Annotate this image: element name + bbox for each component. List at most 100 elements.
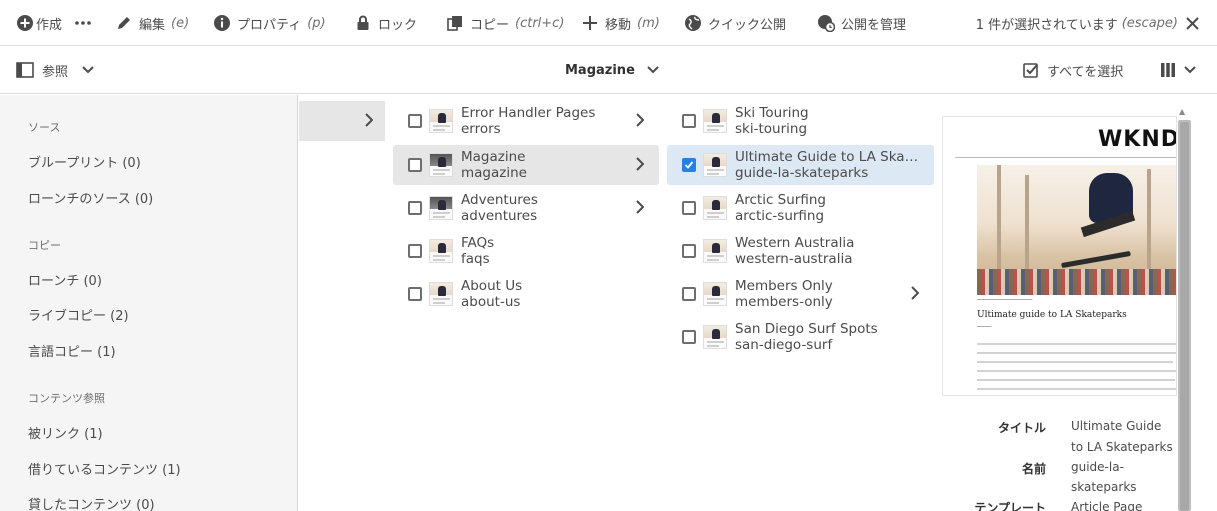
rail-toggle-button[interactable]: 参照 — [16, 46, 94, 94]
scrollbar-thumb[interactable] — [1180, 122, 1189, 511]
create-button[interactable]: 作成 — [16, 0, 62, 46]
meta-name-value-2: skateparks — [1071, 480, 1137, 494]
manage-publication-button[interactable]: 公開を管理 — [817, 0, 906, 46]
list-item[interactable]: About Us about-us — [393, 274, 659, 314]
close-icon[interactable] — [1186, 16, 1199, 30]
chevron-right-icon[interactable] — [636, 113, 644, 127]
rail-heading-source: ソース — [28, 121, 61, 134]
page-thumbnail — [703, 196, 727, 220]
list-item[interactable]: Arctic Surfing arctic-surfing — [667, 188, 934, 228]
checkbox[interactable] — [408, 114, 422, 128]
rail-item-lent-content[interactable]: 貸したコンテンツ (0) — [28, 494, 155, 511]
rail-item-language-copies[interactable]: 言語コピー (1) — [28, 341, 116, 360]
edit-button[interactable]: 編集 (e) — [115, 0, 189, 46]
rail-item-launches[interactable]: ローンチ (0) — [28, 270, 102, 289]
checkbox[interactable] — [408, 287, 422, 301]
list-item[interactable]: Members Only members-only — [667, 274, 934, 314]
item-title: Error Handler Pages — [461, 105, 596, 121]
meta-name-label: 名前 — [1021, 462, 1046, 476]
preview-text-line — [977, 343, 1176, 345]
item-title: Ski Touring — [735, 105, 809, 121]
page-thumbnail — [703, 239, 727, 263]
page-thumbnail — [703, 325, 727, 349]
chevron-right-icon — [365, 113, 373, 127]
item-title: Members Only — [735, 278, 833, 294]
rail-item-live-copies[interactable]: ライブコピー (2) — [28, 305, 129, 324]
checkbox[interactable] — [682, 330, 696, 344]
checkbox[interactable] — [682, 114, 696, 128]
list-item-selected[interactable]: Ultimate Guide to LA Skat… guide-la-skat… — [667, 145, 934, 185]
checkbox[interactable] — [408, 201, 422, 215]
edit-label: 編集 — [139, 17, 166, 33]
action-bar: 作成 編集 (e) プロパティ (p) ロック コピー (ctrl+c) 移動 … — [0, 0, 1217, 46]
item-title: Magazine — [461, 149, 526, 165]
meta-template-value: Article Page — [1071, 500, 1143, 511]
rail-heading-content-references: コンテンツ参照 — [28, 392, 105, 405]
list-item[interactable]: Western Australia western-australia — [667, 231, 934, 271]
item-title: Ultimate Guide to LA Skat… — [735, 149, 920, 165]
properties-button[interactable]: プロパティ (p) — [213, 0, 326, 46]
item-title: Adventures — [461, 192, 538, 208]
preview-text-line — [977, 379, 1175, 381]
rail-toggle-label: 参照 — [42, 64, 69, 80]
item-name: magazine — [461, 165, 527, 181]
preview-heading: Ultimate guide to LA Skateparks — [977, 310, 1127, 320]
copy-button[interactable]: コピー (ctrl+c) — [446, 0, 564, 46]
checkbox[interactable] — [408, 158, 422, 172]
list-item[interactable]: Magazine magazine — [393, 145, 659, 185]
quick-publish-label: クイック公開 — [708, 17, 787, 33]
item-title: Western Australia — [735, 235, 855, 251]
item-title: About Us — [461, 278, 523, 294]
chevron-right-icon[interactable] — [911, 286, 919, 300]
scroll-up-arrow[interactable]: ▲ — [1179, 107, 1185, 116]
more-icon — [74, 14, 92, 32]
checkbox[interactable] — [682, 244, 696, 258]
item-title: Arctic Surfing — [735, 192, 826, 208]
rail-item-borrowed-content[interactable]: 借りているコンテンツ (1) — [28, 459, 181, 478]
list-item[interactable]: Adventures adventures — [393, 188, 659, 228]
move-button[interactable]: 移動 (m) — [581, 0, 660, 46]
select-all-icon — [1023, 62, 1039, 78]
page-thumbnail — [703, 109, 727, 133]
item-name: about-us — [461, 294, 521, 310]
move-shortcut: (m) — [637, 15, 660, 31]
meta-template-label: テンプレート — [974, 501, 1046, 511]
item-name: adventures — [461, 208, 538, 224]
chevron-down-icon — [82, 66, 94, 74]
checkbox[interactable] — [682, 287, 696, 301]
page-thumbnail — [429, 282, 453, 306]
checkbox[interactable] — [682, 201, 696, 215]
preview-byline: ━━━━━━ — [977, 324, 992, 329]
select-all-button[interactable]: すべてを選択 — [1023, 46, 1123, 94]
chevron-down-icon — [647, 66, 659, 74]
checkbox-checked[interactable] — [682, 158, 696, 172]
edit-icon — [115, 14, 133, 32]
checkbox[interactable] — [408, 244, 422, 258]
meta-title-value-1: Ultimate Guide — [1071, 419, 1162, 433]
chevron-right-icon[interactable] — [636, 200, 644, 214]
page-title: Magazine — [565, 62, 635, 78]
item-name: arctic-surfing — [735, 208, 825, 224]
title-dropdown[interactable]: Magazine — [565, 46, 659, 94]
preview-hero-image — [977, 165, 1176, 295]
view-switcher[interactable] — [1160, 46, 1196, 94]
chevron-right-icon[interactable] — [636, 157, 644, 171]
list-item[interactable]: Error Handler Pages errors — [393, 101, 659, 141]
select-all-label: すべてを選択 — [1047, 64, 1124, 80]
rail-item-referenced-by[interactable]: 被リンク (1) — [28, 423, 103, 442]
item-title: FAQs — [461, 235, 495, 251]
list-item[interactable]: FAQs faqs — [393, 231, 659, 271]
parent-column-row[interactable] — [299, 101, 385, 141]
quick-publish-button[interactable]: クイック公開 — [684, 0, 786, 46]
rail-item-blueprint[interactable]: ブループリント (0) — [28, 152, 141, 171]
item-name: members-only — [735, 294, 833, 310]
rail-item-launch-source[interactable]: ローンチのソース (0) — [28, 188, 153, 207]
list-item[interactable]: San Diego Surf Spots san-diego-surf — [667, 317, 934, 357]
list-item[interactable]: Ski Touring ski-touring — [667, 101, 934, 141]
info-icon — [213, 14, 231, 32]
more-button[interactable] — [74, 0, 92, 46]
lock-button[interactable]: ロック — [354, 0, 417, 46]
create-label: 作成 — [36, 17, 63, 33]
preview-logo: WKND — [1098, 127, 1177, 152]
add-circle-icon — [16, 14, 34, 32]
